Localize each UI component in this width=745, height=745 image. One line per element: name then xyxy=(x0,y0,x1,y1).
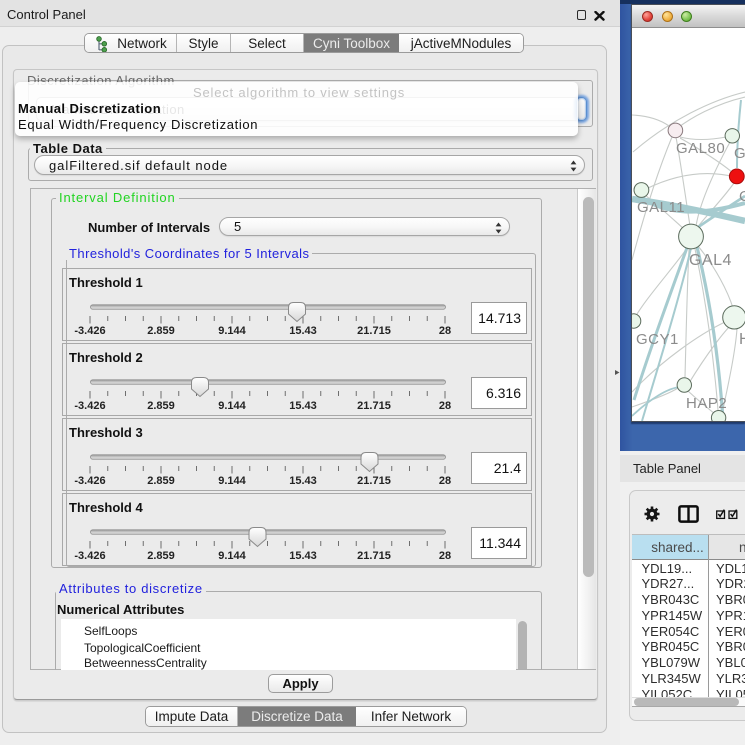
svg-text:-3.426: -3.426 xyxy=(74,325,105,337)
svg-text:2.859: 2.859 xyxy=(147,550,175,562)
svg-text:GAL4: GAL4 xyxy=(689,252,732,269)
svg-text:9.144: 9.144 xyxy=(218,400,246,412)
svg-text:15.43: 15.43 xyxy=(289,475,317,487)
svg-text:C: C xyxy=(739,188,745,205)
svg-text:H: H xyxy=(739,331,745,348)
svg-text:15.43: 15.43 xyxy=(289,400,317,412)
svg-text:28: 28 xyxy=(439,550,451,562)
svg-text:2.859: 2.859 xyxy=(147,475,175,487)
svg-text:21.715: 21.715 xyxy=(357,325,391,337)
svg-text:28: 28 xyxy=(439,475,451,487)
svg-text:GAL11: GAL11 xyxy=(637,199,685,216)
svg-text:GAL80: GAL80 xyxy=(676,140,725,157)
svg-text:GA: GA xyxy=(734,145,745,162)
svg-text:-3.426: -3.426 xyxy=(74,550,105,562)
svg-text:28: 28 xyxy=(439,325,451,337)
svg-text:HAP2: HAP2 xyxy=(686,395,727,412)
svg-text:9.144: 9.144 xyxy=(218,550,246,562)
svg-text:2.859: 2.859 xyxy=(147,400,175,412)
svg-text:2.859: 2.859 xyxy=(147,325,175,337)
svg-text:-3.426: -3.426 xyxy=(74,475,105,487)
svg-text:21.715: 21.715 xyxy=(357,475,391,487)
svg-text:28: 28 xyxy=(439,400,451,412)
svg-text:-3.426: -3.426 xyxy=(74,400,105,412)
svg-text:21.715: 21.715 xyxy=(357,550,391,562)
svg-text:15.43: 15.43 xyxy=(289,550,317,562)
svg-text:GCY1: GCY1 xyxy=(636,331,679,348)
svg-text:9.144: 9.144 xyxy=(218,475,246,487)
svg-text:15.43: 15.43 xyxy=(289,325,317,337)
svg-text:21.715: 21.715 xyxy=(357,400,391,412)
svg-text:9.144: 9.144 xyxy=(218,325,246,337)
